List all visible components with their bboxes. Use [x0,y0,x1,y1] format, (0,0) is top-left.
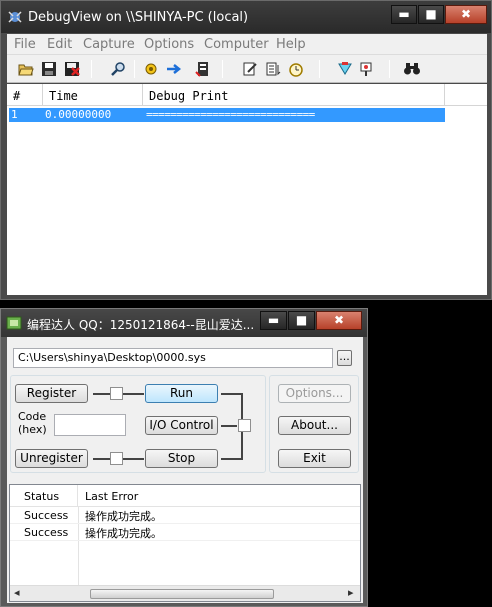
io-control-checkbox[interactable] [238,419,251,432]
table-row[interactable]: 1 0.00000000 ===========================… [9,108,445,122]
menu-edit[interactable]: Edit [47,37,72,52]
column-header-status[interactable]: Status [10,485,78,507]
column-header-time[interactable]: Time [43,84,143,106]
menu-file[interactable]: File [14,37,36,52]
toolbar-separator [134,60,135,78]
open-icon[interactable] [16,59,36,79]
toolbar-separator [91,60,92,78]
code-hex-label: Code (hex) [18,410,47,436]
debugview-window: DebugView on \\SHINYA-PC (local) ▬ ■ ✖ F… [0,0,492,300]
exit-button[interactable]: Exit [278,449,351,468]
toolbar-separator [389,60,390,78]
register-button[interactable]: Register [15,384,88,403]
debugview-title: DebugView on \\SHINYA-PC (local) [28,10,249,25]
menu-computer[interactable]: Computer [204,37,269,52]
driver-loader-window: 编程达人 QQ：1250121864--昆山爱达... ▬ ■ ✖ C:\Use… [0,308,368,607]
loader-app-icon [6,316,22,330]
bookmark-icon[interactable] [335,59,355,79]
connector-line [221,425,237,427]
row-debug-print: ============================ [146,108,315,121]
close-button[interactable]: ✖ [445,5,487,24]
row-time: 0.00000000 [45,108,112,121]
capture-icon[interactable] [141,59,161,79]
scroll-left-icon[interactable]: ◂ [14,586,20,599]
column-header-debug-print[interactable]: Debug Print [143,84,445,106]
row-number: 1 [11,108,18,121]
debugview-titlebar[interactable]: DebugView on \\SHINYA-PC (local) ▬ ■ ✖ [1,1,491,33]
find-icon[interactable] [108,59,128,79]
stop-button[interactable]: Stop [145,449,218,468]
loader-titlebar[interactable]: 编程达人 QQ：1250121864--昆山爱达... ▬ ■ ✖ [1,309,367,337]
code-hex-input[interactable] [54,414,126,436]
loader-title: 编程达人 QQ：1250121864--昆山爱达... [27,318,255,332]
horizontal-scrollbar[interactable]: ◂ ▸ [10,585,360,601]
list-item[interactable]: Success 操作成功完成。 [10,524,360,541]
last-error-cell: 操作成功完成。 [85,527,162,540]
menu-options[interactable]: Options [144,37,194,52]
status-list[interactable]: Status Last Error Success 操作成功完成。 Succes… [9,484,361,602]
connector-line [123,393,144,395]
loader-client-area: C:\Users\shinya\Desktop\0000.sys ... Reg… [7,337,363,603]
menu-help[interactable]: Help [276,37,306,52]
connector-line [93,458,110,460]
connector-line [221,458,243,460]
binoculars-icon[interactable] [402,59,422,79]
run-button[interactable]: Run [145,384,218,403]
scroll-right-icon[interactable]: ▸ [348,586,354,599]
browse-button[interactable]: ... [337,350,352,366]
register-checkbox[interactable] [110,387,123,400]
autoscroll-icon[interactable] [164,59,184,79]
driver-path-input[interactable]: C:\Users\shinya\Desktop\0000.sys [13,348,333,368]
about-button[interactable]: About... [278,416,351,435]
menu-bar: File Edit Capture Options Computer Help [7,34,487,55]
unregister-button[interactable]: Unregister [15,449,88,468]
maximize-button[interactable]: ■ [418,5,444,24]
io-control-button[interactable]: I/O Control [145,416,218,435]
status-cell: Success [24,526,69,539]
history-icon[interactable] [193,59,213,79]
options-button[interactable]: Options... [278,384,351,403]
clear-icon[interactable] [62,59,82,79]
connector-line [123,458,144,460]
loader-minimize-button[interactable]: ▬ [260,311,287,330]
connector-line [221,393,243,395]
filter-icon[interactable] [263,59,283,79]
toolbar [7,55,487,83]
clock-icon[interactable] [286,59,306,79]
toolbar-separator [319,60,320,78]
column-header-filler [445,84,487,106]
last-error-cell: 操作成功完成。 [85,510,162,523]
debug-output-list[interactable]: # Time Debug Print 1 0.00000000 ========… [7,84,487,295]
scrollbar-thumb[interactable] [90,589,274,599]
toolbar-separator [222,60,223,78]
column-header-last-error[interactable]: Last Error [78,485,360,507]
minimize-button[interactable]: ▬ [391,5,417,24]
list-item[interactable]: Success 操作成功完成。 [10,507,360,524]
unregister-checkbox[interactable] [110,452,123,465]
menu-capture[interactable]: Capture [83,37,135,52]
loader-close-button[interactable]: ✖ [316,311,362,330]
loader-maximize-button[interactable]: ■ [288,311,315,330]
save-icon[interactable] [39,59,59,79]
column-header-number[interactable]: # [7,84,43,106]
status-cell: Success [24,509,69,522]
debugview-app-icon [8,11,22,23]
pin-icon[interactable] [356,59,376,79]
highlight-icon[interactable] [240,59,260,79]
connector-line [93,393,110,395]
